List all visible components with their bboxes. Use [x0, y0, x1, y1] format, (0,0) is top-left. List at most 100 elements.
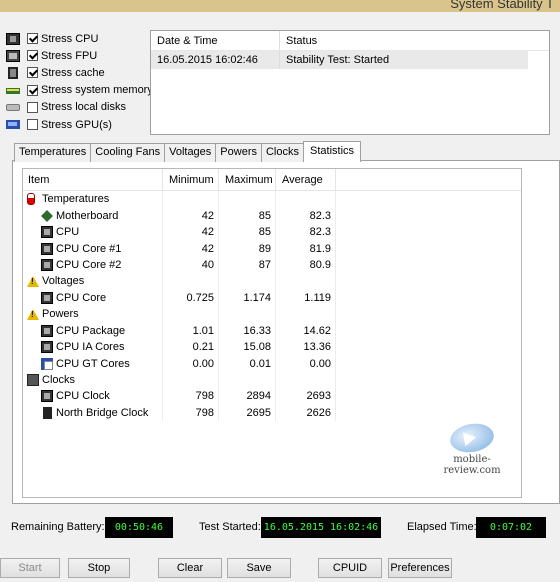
log-header-datetime[interactable]: Date & Time: [151, 31, 280, 50]
row-average: 14.62: [276, 322, 336, 339]
tab-cooling-fans[interactable]: Cooling Fans: [90, 143, 166, 162]
elapsed-time-label: Elapsed Time:: [407, 521, 477, 533]
stress-fpu-option[interactable]: Stress FPU: [6, 47, 153, 64]
table-row[interactable]: CPU Core #2 40 87 80.9: [23, 256, 521, 274]
stress-memory-option[interactable]: Stress system memory: [6, 82, 153, 99]
clock-chip-icon: [27, 374, 39, 387]
log-datetime: 16.05.2015 16:02:46: [151, 51, 280, 69]
start-button[interactable]: Start: [0, 558, 60, 578]
stress-disks-option[interactable]: Stress local disks: [6, 99, 153, 116]
header-minimum[interactable]: Minimum: [163, 169, 219, 190]
row-maximum: 89: [219, 240, 276, 257]
group-row-voltages[interactable]: Voltages: [23, 273, 521, 290]
tab-voltages[interactable]: Voltages: [164, 143, 217, 162]
stress-fpu-checkbox[interactable]: [27, 50, 38, 62]
table-row[interactable]: Motherboard 42 85 82.3: [23, 207, 521, 224]
table-row[interactable]: CPU Core 0.725 1.174 1.119: [23, 289, 521, 307]
group-row-powers[interactable]: Powers: [23, 306, 521, 323]
gpu-cores-icon: [41, 357, 53, 370]
stress-gpu-checkbox[interactable]: [27, 119, 38, 131]
cpu-chip-icon: [41, 390, 53, 403]
watermark-logo-icon: [447, 420, 497, 456]
cpu-chip-icon: [41, 291, 53, 304]
row-label: CPU Core: [56, 291, 107, 304]
group-row-temperatures[interactable]: Temperatures: [23, 191, 521, 208]
stress-memory-checkbox[interactable]: [27, 84, 38, 96]
table-row[interactable]: CPU Clock 798 2894 2693: [23, 388, 521, 405]
row-label: CPU GT Cores: [56, 357, 130, 370]
tab-clocks[interactable]: Clocks: [260, 143, 304, 162]
cpuid-button[interactable]: CPUID: [318, 558, 382, 578]
tab-temperatures[interactable]: Temperatures: [14, 143, 92, 162]
stress-cache-checkbox[interactable]: [27, 67, 38, 79]
table-row[interactable]: CPU Package 1.01 16.33 14.62: [23, 322, 521, 339]
header-item[interactable]: Item: [23, 169, 163, 190]
table-row[interactable]: CPU Core #1 42 89 81.9: [23, 240, 521, 257]
watermark: mobile-review.com: [432, 420, 512, 476]
save-button[interactable]: Save: [227, 558, 291, 578]
group-row-clocks[interactable]: Clocks: [23, 371, 521, 389]
clear-button[interactable]: Clear: [158, 558, 222, 578]
table-row[interactable]: CPU GT Cores 0.00 0.01 0.00: [23, 355, 521, 372]
row-average: 13.36: [276, 338, 336, 356]
table-row[interactable]: CPU 42 85 82.3: [23, 223, 521, 241]
cpu-chip-icon: [41, 341, 53, 354]
log-header-status[interactable]: Status: [280, 35, 317, 47]
row-average: 0.00: [276, 355, 336, 372]
row-maximum: 1.174: [219, 289, 276, 307]
row-minimum: 798: [163, 388, 219, 405]
stress-cpu-option[interactable]: Stress CPU: [6, 30, 153, 47]
tab-strip: Temperatures Cooling Fans Voltages Power…: [14, 141, 362, 162]
northbridge-icon: [43, 406, 52, 419]
memory-icon: [6, 88, 20, 95]
stress-gpu-option[interactable]: Stress GPU(s): [6, 116, 153, 133]
tab-statistics[interactable]: Statistics: [303, 141, 362, 162]
cpu-chip-icon: [41, 258, 53, 271]
warning-icon: [27, 275, 39, 287]
row-average: 2693: [276, 388, 336, 405]
thermometer-icon: [27, 193, 35, 206]
row-maximum: 15.08: [219, 338, 276, 356]
row-minimum: 42: [163, 240, 219, 257]
row-average: 80.9: [276, 256, 336, 274]
row-label: CPU Core #2: [56, 258, 122, 271]
tab-powers[interactable]: Powers: [215, 143, 262, 162]
row-minimum: 0.725: [163, 289, 219, 307]
title-bar[interactable]: System Stability T: [0, 0, 560, 12]
event-log[interactable]: Date & Time Status 16.05.2015 16:02:46 S…: [150, 30, 550, 135]
test-started-label: Test Started:: [199, 521, 261, 533]
row-maximum: 85: [219, 207, 276, 224]
gpu-icon: [6, 120, 20, 130]
row-average: 2626: [276, 404, 336, 422]
log-header: Date & Time Status: [151, 31, 549, 51]
row-label: Clocks: [42, 374, 76, 387]
motherboard-icon: [41, 209, 53, 222]
cpu-chip-icon: [41, 324, 53, 337]
row-minimum: 42: [163, 207, 219, 224]
disk-icon: [6, 103, 20, 111]
preferences-button[interactable]: Preferences: [388, 558, 452, 578]
stress-disks-checkbox[interactable]: [27, 101, 38, 113]
header-maximum[interactable]: Maximum: [219, 169, 276, 190]
stress-fpu-label: Stress FPU: [41, 49, 98, 62]
cache-icon: [8, 66, 18, 79]
header-average[interactable]: Average: [276, 169, 336, 190]
watermark-text: mobile-review.com: [443, 454, 501, 476]
table-row[interactable]: CPU IA Cores 0.21 15.08 13.36: [23, 338, 521, 356]
log-row[interactable]: 16.05.2015 16:02:46 Stability Test: Star…: [151, 51, 528, 69]
battery-value: 00:50:46: [105, 517, 173, 538]
row-label: North Bridge Clock: [56, 406, 149, 419]
stress-disks-label: Stress local disks: [41, 101, 126, 114]
table-row[interactable]: North Bridge Clock 798 2695 2626: [23, 404, 521, 422]
stress-cpu-checkbox[interactable]: [27, 33, 38, 45]
cpu-chip-icon: [41, 242, 53, 255]
stress-options: Stress CPU Stress FPU Stress cache Stres…: [6, 30, 153, 133]
row-minimum: 798: [163, 404, 219, 422]
row-maximum: 2695: [219, 404, 276, 422]
cpu-chip-icon: [41, 226, 53, 239]
row-label: CPU Core #1: [56, 242, 122, 255]
row-label: Motherboard: [56, 209, 119, 222]
stress-cache-option[interactable]: Stress cache: [6, 64, 153, 81]
stop-button[interactable]: Stop: [68, 558, 130, 578]
row-maximum: 0.01: [219, 355, 276, 372]
